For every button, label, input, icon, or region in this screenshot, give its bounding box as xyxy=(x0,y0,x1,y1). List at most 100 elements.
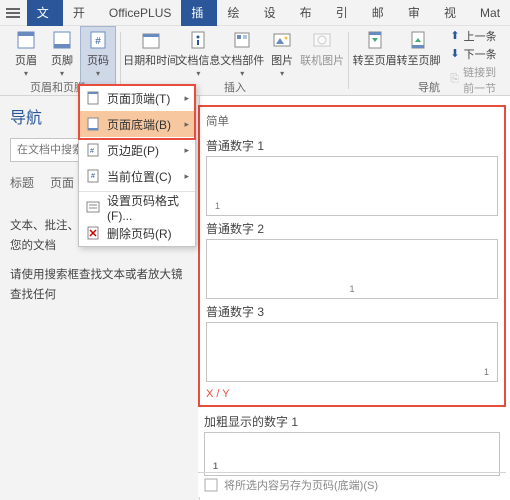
page-number-label: 页码 xyxy=(87,52,109,68)
prev-icon: ⬆ xyxy=(450,29,459,42)
picture-button[interactable]: 图片 ▾ xyxy=(264,26,300,95)
page-number-icon: # xyxy=(88,30,108,50)
prev-section-button[interactable]: ⬆ 上一条 xyxy=(444,27,510,45)
gallery-item-plain-2[interactable]: 1 xyxy=(206,239,498,299)
save-icon xyxy=(204,478,218,492)
dd-label: 删除页码(R) xyxy=(107,225,172,242)
dd-label: 页边距(P) xyxy=(107,142,159,159)
tab-insert[interactable]: 插入 xyxy=(181,0,217,26)
goto-footer-label: 转至页脚 xyxy=(396,52,440,68)
goto-footer-icon xyxy=(408,30,428,50)
remove-icon xyxy=(85,225,101,241)
chevron-down-icon: ▾ xyxy=(96,69,100,78)
calendar-icon xyxy=(141,30,161,50)
gallery-section-simple: 简单 xyxy=(206,111,498,133)
goto-header-label: 转至页眉 xyxy=(353,52,397,68)
highlight-box-gallery: 简单 普通数字 1 1 普通数字 2 1 普通数字 3 1 X / Y xyxy=(198,105,506,407)
page-number-dropdown: 页面顶端(T) ▸ 页面底端(B) ▸ # 页边距(P) ▸ # 当前位置(C)… xyxy=(78,84,196,247)
gallery-footer-label: 将所选内容另存为页码(底端)(S) xyxy=(224,477,378,493)
chevron-right-icon: ▸ xyxy=(184,119,189,130)
tab-design[interactable]: 设计 xyxy=(254,0,290,26)
nav-tab-pages[interactable]: 页面 xyxy=(50,174,74,191)
hamburger-icon xyxy=(6,12,20,14)
online-picture-label: 联机图片 xyxy=(300,52,344,68)
gallery-item-plain-3[interactable]: 1 xyxy=(206,322,498,382)
dd-remove-page-numbers[interactable]: 删除页码(R) xyxy=(79,220,195,246)
footer-icon xyxy=(52,30,72,50)
header-label: 页眉 xyxy=(15,52,37,68)
link-to-prev-button[interactable]: ⎘ 链接到前一节 xyxy=(444,63,510,97)
link-prev-label: 链接到前一节 xyxy=(463,64,504,96)
dd-label: 当前位置(C) xyxy=(107,168,172,185)
page-number-gallery: 简单 普通数字 1 1 普通数字 2 1 普通数字 3 1 X / Y 加粗显示… xyxy=(198,105,506,497)
gallery-item-label: 普通数字 3 xyxy=(206,303,498,320)
dd-bottom-of-page[interactable]: 页面底端(B) ▸ xyxy=(79,111,195,137)
page-bottom-icon xyxy=(85,116,101,132)
gallery-save-selection[interactable]: 将所选内容另存为页码(底端)(S) xyxy=(198,472,506,497)
tab-review[interactable]: 审阅 xyxy=(398,0,434,26)
doc-parts-label: 文档部件 xyxy=(220,52,264,68)
picture-icon xyxy=(272,30,292,50)
dd-format-page-numbers[interactable]: 设置页码格式(F)... xyxy=(79,194,195,220)
tab-layout[interactable]: 布局 xyxy=(290,0,326,26)
tab-file[interactable]: 文件 xyxy=(27,0,63,26)
picture-label: 图片 xyxy=(271,52,293,68)
next-label: 下一条 xyxy=(464,46,497,62)
dd-top-of-page[interactable]: 页面顶端(T) ▸ xyxy=(79,85,195,111)
gallery-section-xy: X / Y xyxy=(206,388,498,400)
ribbon: 页眉 ▾ 页脚 ▾ # 页码 ▾ 日期和时间 文档信息 ▾ 文档部件 ▾ 图片 … xyxy=(0,26,510,96)
dd-label: 页面底端(B) xyxy=(107,116,171,133)
header-icon xyxy=(16,30,36,50)
chevron-down-icon: ▾ xyxy=(280,69,284,78)
online-picture-button[interactable]: 联机图片 xyxy=(300,26,344,95)
svg-text:#: # xyxy=(95,36,101,47)
chevron-down-icon: ▾ xyxy=(24,69,28,78)
tab-mail[interactable]: 邮件 xyxy=(362,0,398,26)
gallery-item-bold-1[interactable]: 1 xyxy=(204,432,500,476)
chevron-right-icon: ▸ xyxy=(184,145,189,156)
goto-header-icon xyxy=(365,30,385,50)
prev-label: 上一条 xyxy=(464,28,497,44)
chevron-down-icon: ▾ xyxy=(60,69,64,78)
group-label-insert: 插入 xyxy=(224,79,246,95)
separator xyxy=(348,32,349,89)
group-label-hf: 页眉和页脚 xyxy=(30,79,85,95)
link-icon: ⎘ xyxy=(450,73,459,86)
window-menu-button[interactable] xyxy=(0,0,27,26)
doc-parts-icon xyxy=(232,30,252,50)
tab-view[interactable]: 视图 xyxy=(434,0,470,26)
gallery-item-label: 普通数字 2 xyxy=(206,220,498,237)
next-section-button[interactable]: ⬇ 下一条 xyxy=(444,45,510,63)
tab-mat[interactable]: Mat xyxy=(470,0,510,26)
tab-home[interactable]: 开始 xyxy=(63,0,99,26)
dd-page-margins[interactable]: # 页边距(P) ▸ xyxy=(79,137,195,163)
tab-officeplus[interactable]: OfficePLUS xyxy=(99,0,181,26)
next-icon: ⬇ xyxy=(450,47,459,60)
footer-label: 页脚 xyxy=(51,52,73,68)
dd-label: 页面顶端(T) xyxy=(107,90,170,107)
separator xyxy=(120,32,121,89)
group-label-nav: 导航 xyxy=(418,79,440,95)
dd-label: 设置页码格式(F)... xyxy=(107,192,189,223)
gallery-item-plain-1[interactable]: 1 xyxy=(206,156,498,216)
chevron-right-icon: ▸ xyxy=(184,93,189,104)
chevron-down-icon: ▾ xyxy=(196,69,200,78)
page-margin-icon: # xyxy=(85,142,101,158)
chevron-down-icon: ▾ xyxy=(240,69,244,78)
goto-header-button[interactable]: 转至页眉 xyxy=(353,26,397,95)
dd-current-position[interactable]: # 当前位置(C) ▸ xyxy=(79,163,195,189)
doc-info-icon xyxy=(188,30,208,50)
gallery-item-label: 普通数字 1 xyxy=(206,137,498,154)
page-top-icon xyxy=(85,90,101,106)
format-icon xyxy=(85,199,101,215)
online-picture-icon xyxy=(312,30,332,50)
nav-help-line2: 请使用搜索框查找文本或者放大镜查找任何 xyxy=(10,266,189,305)
tab-draw[interactable]: 绘图 xyxy=(217,0,253,26)
chevron-right-icon: ▸ xyxy=(184,171,189,182)
current-pos-icon: # xyxy=(85,168,101,184)
nav-tab-headings[interactable]: 标题 xyxy=(10,174,34,191)
doc-info-label: 文档信息 xyxy=(176,52,220,68)
gallery-item-label: 加粗显示的数字 1 xyxy=(204,413,500,430)
datetime-label: 日期和时间 xyxy=(123,52,178,68)
tab-references[interactable]: 引用 xyxy=(326,0,362,26)
